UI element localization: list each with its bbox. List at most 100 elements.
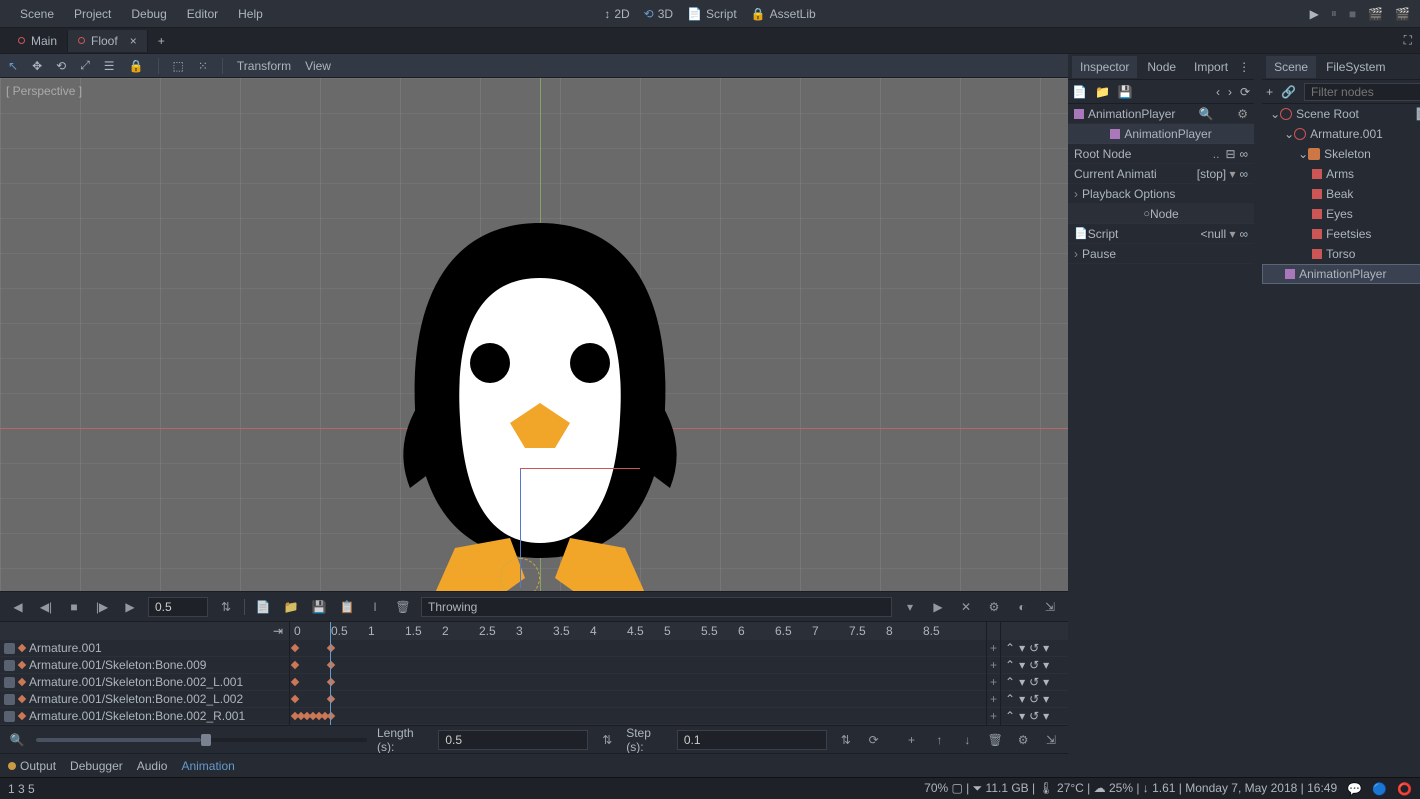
zoom-icon[interactable]: 🔍 bbox=[8, 730, 26, 750]
node-skeleton[interactable]: ⌄Skeleton◉ bbox=[1262, 144, 1420, 164]
add-key-icon[interactable]: + bbox=[987, 674, 1000, 691]
lock-icon[interactable]: 🔒 bbox=[129, 59, 144, 73]
rotate-icon[interactable]: ⟲ bbox=[56, 59, 66, 73]
kebab-icon[interactable]: ⋮ bbox=[1238, 60, 1250, 74]
transform-menu[interactable]: Transform bbox=[237, 59, 291, 73]
step-input[interactable] bbox=[677, 730, 827, 750]
checkbox-icon[interactable] bbox=[4, 677, 15, 688]
save-anim-icon[interactable]: 💾 bbox=[309, 597, 329, 617]
menu-editor[interactable]: Editor bbox=[177, 3, 228, 25]
checkbox-icon[interactable] bbox=[4, 711, 15, 722]
menu-debug[interactable]: Debug bbox=[121, 3, 176, 25]
stop-icon[interactable]: ■ bbox=[1349, 7, 1356, 21]
instance-icon[interactable]: 🔗 bbox=[1281, 85, 1296, 99]
link-icon[interactable]: ∞ bbox=[1240, 147, 1249, 161]
property-root-node[interactable]: Root Node .. ⊟ ∞ bbox=[1068, 144, 1254, 164]
open-resource-icon[interactable]: 📁 bbox=[1095, 85, 1110, 99]
new-resource-icon[interactable]: 📄 bbox=[1072, 85, 1087, 99]
loop-icon[interactable]: ⟳ bbox=[865, 730, 883, 750]
onion-icon[interactable]: ◐ bbox=[1012, 597, 1032, 617]
play-custom-icon[interactable]: 🎬 bbox=[1395, 7, 1410, 21]
node-animationplayer[interactable]: AnimationPlayer bbox=[1262, 264, 1420, 284]
shuffle-icon[interactable]: ✕ bbox=[956, 597, 976, 617]
anim-stop-icon[interactable]: ■ bbox=[64, 597, 84, 617]
inspector-type[interactable]: AnimationPlayer bbox=[1068, 124, 1254, 144]
move-down-icon[interactable]: ↓ bbox=[958, 730, 976, 750]
checkbox-icon[interactable] bbox=[4, 660, 15, 671]
loop-icon[interactable]: ↺ bbox=[1029, 641, 1039, 655]
local-icon[interactable]: ⬚ bbox=[173, 59, 184, 73]
length-input[interactable] bbox=[438, 730, 588, 750]
menu-project[interactable]: Project bbox=[64, 3, 121, 25]
settings-icon[interactable]: ⚙ bbox=[984, 597, 1004, 617]
spinner-icon[interactable]: ⇅ bbox=[837, 730, 855, 750]
pick-icon[interactable]: ⊟ bbox=[1225, 147, 1235, 161]
tab-filesystem[interactable]: FileSystem bbox=[1318, 56, 1393, 78]
load-anim-icon[interactable]: 📁 bbox=[281, 597, 301, 617]
workspace-3d[interactable]: ⟲ 3D bbox=[644, 7, 673, 21]
snap-icon[interactable]: ⁙ bbox=[198, 59, 208, 73]
track-row[interactable]: Armature.001/Skeleton:Bone.002_R.001 bbox=[0, 708, 289, 725]
workspace-script[interactable]: 📄 Script bbox=[687, 7, 737, 21]
add-key-icon[interactable]: + bbox=[987, 657, 1000, 674]
tab-main[interactable]: Main bbox=[8, 30, 68, 52]
add-key-icon[interactable]: + bbox=[987, 640, 1000, 657]
node-torso[interactable]: Torso◉ bbox=[1262, 244, 1420, 264]
tab-scene[interactable]: Scene bbox=[1266, 56, 1316, 78]
node-feetsies[interactable]: Feetsies◉ bbox=[1262, 224, 1420, 244]
add-track-icon[interactable]: + bbox=[903, 730, 921, 750]
perspective-label[interactable]: [ Perspective ] bbox=[6, 84, 82, 98]
play-scene-icon[interactable]: 🎬 bbox=[1368, 7, 1383, 21]
delete-anim-icon[interactable]: 🗑 bbox=[393, 597, 413, 617]
loop-icon[interactable]: ↺ bbox=[1029, 658, 1039, 672]
pin-icon[interactable]: ⇲ bbox=[1040, 597, 1060, 617]
anim-play-icon[interactable]: ▶ bbox=[120, 597, 140, 617]
scale-icon[interactable]: ⤢ bbox=[80, 58, 90, 73]
node-beak[interactable]: Beak◉ bbox=[1262, 184, 1420, 204]
settings-icon[interactable]: ⚙ bbox=[1237, 107, 1248, 121]
add-node-icon[interactable]: + bbox=[1266, 85, 1273, 99]
animation-position-input[interactable] bbox=[148, 597, 208, 617]
tab-debugger[interactable]: Debugger bbox=[70, 759, 123, 773]
section-playback[interactable]: ›Playback Options bbox=[1068, 184, 1254, 204]
spinner-icon[interactable]: ⇅ bbox=[598, 730, 616, 750]
history-icon[interactable]: ⟳ bbox=[1240, 85, 1250, 99]
view-menu[interactable]: View bbox=[305, 59, 331, 73]
track-row[interactable]: Armature.001/Skeleton:Bone.009 bbox=[0, 657, 289, 674]
autoplay-icon[interactable]: ▶ bbox=[928, 597, 948, 617]
cleanup-icon[interactable]: ⇲ bbox=[1042, 730, 1060, 750]
property-script[interactable]: 📄 Script <null ▾ ∞ bbox=[1068, 224, 1254, 244]
time-ruler[interactable]: 00.5 11.5 22.5 33.5 44.5 55.5 66.5 77.5 … bbox=[290, 622, 986, 640]
checkbox-icon[interactable] bbox=[4, 643, 15, 654]
viewport-3d[interactable]: [ Perspective ] bbox=[0, 78, 1068, 591]
anim-prevframe-icon[interactable]: ◀| bbox=[36, 597, 56, 617]
node-eyes[interactable]: Eyes◉ bbox=[1262, 204, 1420, 224]
add-tab[interactable]: + bbox=[148, 30, 175, 52]
pause-icon[interactable]: ⏸ bbox=[1331, 6, 1337, 21]
add-key-icon[interactable]: + bbox=[987, 691, 1000, 708]
rename-anim-icon[interactable]: I bbox=[365, 597, 385, 617]
save-resource-icon[interactable]: 💾 bbox=[1118, 85, 1133, 99]
close-icon[interactable]: × bbox=[130, 34, 137, 48]
delete-track-icon[interactable]: 🗑 bbox=[986, 730, 1004, 750]
tools-icon[interactable]: ⚙ bbox=[1014, 730, 1032, 750]
interp-icon[interactable]: ⌃ bbox=[1005, 658, 1015, 672]
tab-node[interactable]: Node bbox=[1139, 56, 1184, 78]
distraction-free-icon[interactable]: ⛶ bbox=[1404, 33, 1412, 48]
tray-icon[interactable]: 🔵 bbox=[1372, 782, 1387, 796]
filter-nodes-input[interactable] bbox=[1304, 83, 1420, 101]
tab-import[interactable]: Import bbox=[1186, 56, 1236, 78]
history-back-icon[interactable]: ‹ bbox=[1216, 85, 1220, 99]
tab-animation[interactable]: Animation bbox=[181, 759, 234, 773]
menu-scene[interactable]: Scene bbox=[10, 3, 64, 25]
tab-output[interactable]: Output bbox=[8, 759, 56, 773]
node-armature[interactable]: ⌄Armature.001◉ bbox=[1262, 124, 1420, 144]
history-fwd-icon[interactable]: › bbox=[1228, 85, 1232, 99]
loop-icon[interactable]: ↺ bbox=[1029, 709, 1039, 723]
list-icon[interactable]: ☰ bbox=[104, 59, 115, 73]
new-anim-icon[interactable]: 📄 bbox=[253, 597, 273, 617]
anim-nextframe-icon[interactable]: |▶ bbox=[92, 597, 112, 617]
link-icon[interactable]: ∞ bbox=[1240, 227, 1249, 241]
move-up-icon[interactable]: ↑ bbox=[930, 730, 948, 750]
animation-name-select[interactable]: Throwing bbox=[421, 597, 892, 617]
